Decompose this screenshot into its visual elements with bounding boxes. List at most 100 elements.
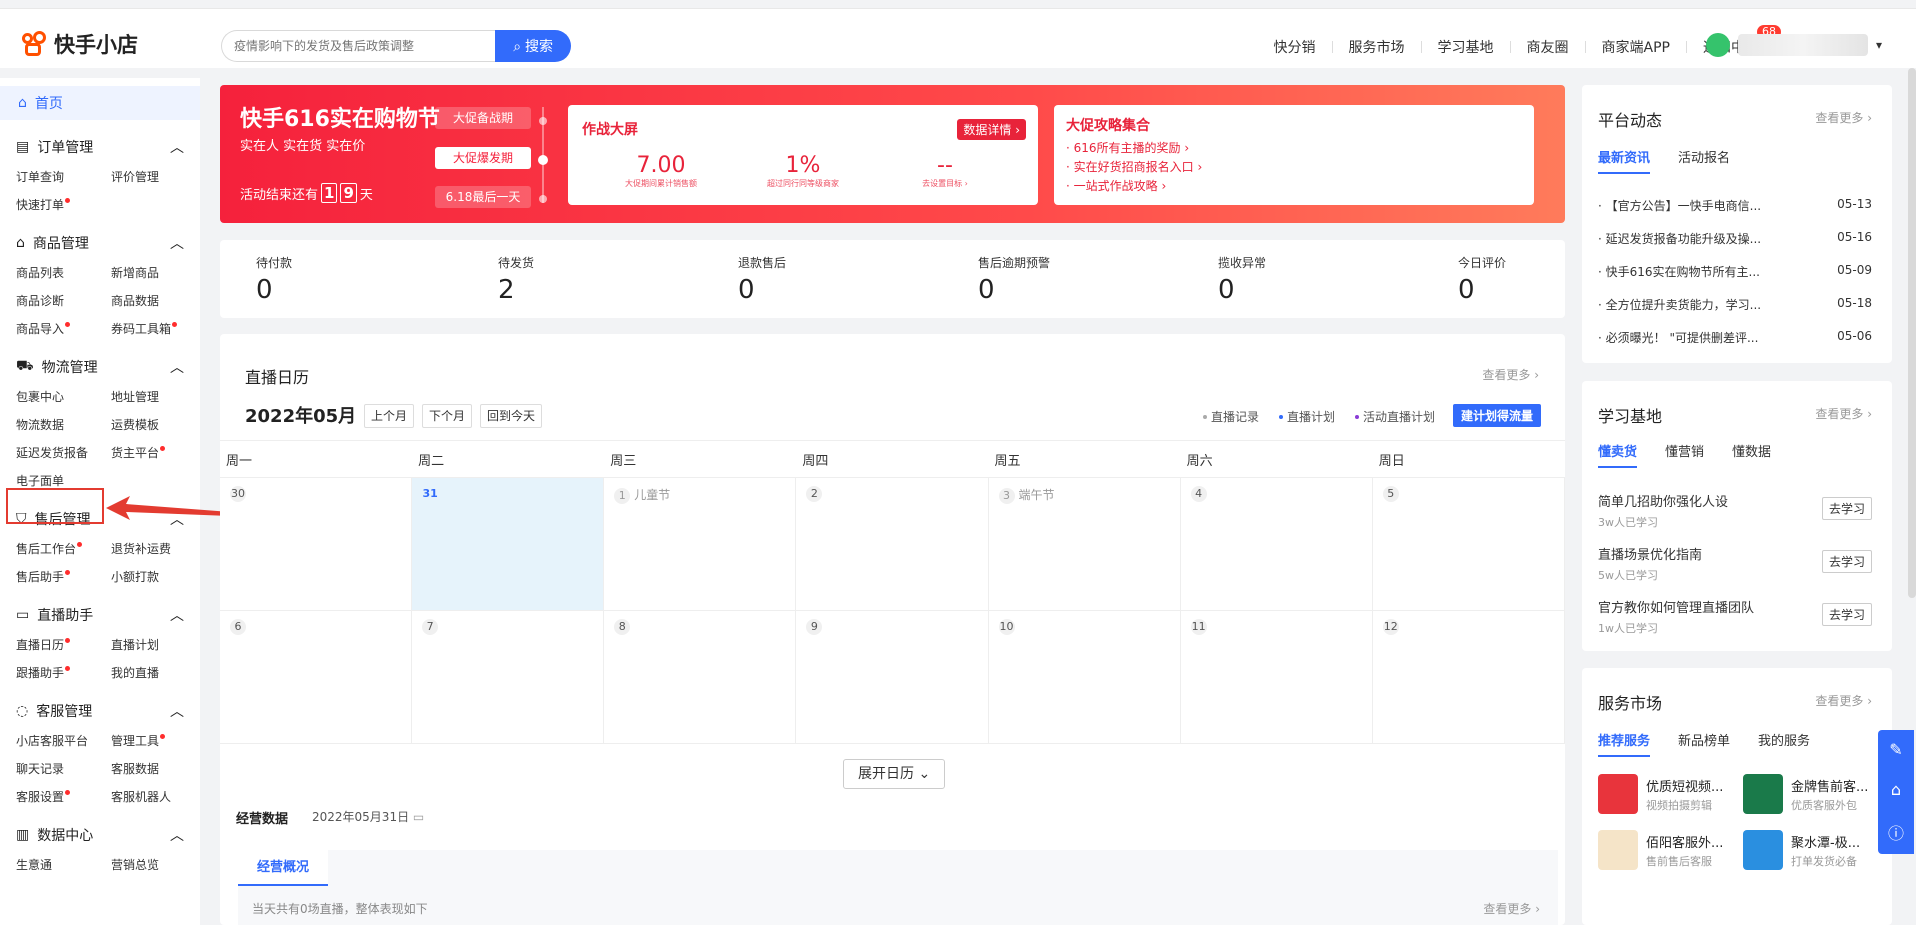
calendar-day[interactable]: 4 — [1181, 478, 1373, 610]
sidebar-item-mgmt-tools[interactable]: 管理工具 — [111, 730, 200, 752]
nav-service-market[interactable]: 服务市场 — [1333, 37, 1421, 57]
tab-recommended[interactable]: 推荐服务 — [1598, 730, 1651, 757]
expand-calendar-button[interactable]: 展开日历 ⌄ — [843, 759, 946, 789]
sidebar-item-address-mgmt[interactable]: 地址管理 — [111, 386, 200, 408]
graduation-cap-icon[interactable]: ⌂ — [1891, 780, 1901, 799]
edit-icon[interactable]: ✎ — [1889, 740, 1902, 759]
sidebar-home[interactable]: ⌂ 首页 — [0, 86, 200, 120]
calendar-day[interactable]: 10 — [989, 611, 1181, 743]
nav-fenxiao[interactable]: 快分销 — [1258, 37, 1332, 57]
strategy-link[interactable]: · 616所有主播的奖励 › — [1066, 139, 1522, 158]
order-stat-overdue[interactable]: 售后逾期预警 0 — [978, 254, 1050, 305]
order-stat-unpaid[interactable]: 待付款 0 — [256, 254, 292, 305]
sidebar-item-live-plan[interactable]: 直播计划 — [111, 634, 200, 656]
user-menu[interactable]: ▾ — [1705, 33, 1882, 57]
group-header-live[interactable]: ▭ 直播助手 ︿ — [16, 602, 184, 628]
calendar-more-link[interactable]: 查看更多 › — [1482, 366, 1539, 383]
calendar-day[interactable]: 6 — [220, 611, 413, 743]
market-more-link[interactable]: 查看更多 › — [1815, 692, 1872, 709]
today-button[interactable]: 回到今天 — [480, 404, 543, 428]
stat-target[interactable]: -- 去设置目标 › — [870, 153, 1020, 189]
news-item[interactable]: · 延迟发货报备功能升级及操... 05-16 — [1598, 230, 1872, 263]
sidebar-item-cs-robot[interactable]: 客服机器人 — [111, 786, 200, 808]
go-learn-button[interactable]: 去学习 — [1821, 603, 1872, 626]
sidebar-item-cs-data[interactable]: 客服数据 — [111, 758, 200, 780]
calendar-day[interactable]: 7 — [412, 611, 605, 743]
group-header-products[interactable]: ⌂ 商品管理 ︿ — [16, 230, 184, 256]
sidebar-item-live-assistant[interactable]: 跟播助手 — [16, 662, 111, 684]
go-learn-button[interactable]: 去学习 — [1821, 497, 1872, 520]
page-scrollbar[interactable] — [1908, 68, 1916, 598]
sidebar-item-product-list[interactable]: 商品列表 — [16, 262, 111, 284]
phase-burst[interactable]: 大促爆发期 — [435, 147, 531, 169]
sidebar-item-aftersale-assistant[interactable]: 售后助手 — [16, 566, 111, 588]
calendar-day[interactable]: 2 — [796, 478, 989, 610]
tab-business-overview[interactable]: 经营概况 — [238, 850, 328, 886]
calendar-day-today[interactable]: 31 — [412, 478, 605, 610]
phase-prep[interactable]: 大促备战期 — [435, 107, 531, 129]
news-item[interactable]: · 快手616实在购物节所有主... 05-09 — [1598, 263, 1872, 296]
tab-new-products[interactable]: 新品榜单 — [1678, 730, 1730, 757]
group-header-cs[interactable]: ◌ 客服管理 ︿ — [16, 698, 184, 724]
sidebar-item-chat-history[interactable]: 聊天记录 — [16, 758, 111, 780]
business-data-date[interactable]: 2022年05月31日 ▭ — [312, 808, 424, 825]
group-header-orders[interactable]: ▤ 订单管理 ︿ — [16, 134, 184, 160]
news-item[interactable]: · 【官方公告】一快手电商信... 05-13 — [1598, 197, 1872, 230]
order-stat-to-ship[interactable]: 待发货 2 — [498, 254, 534, 305]
sidebar-item-aftersale-desk[interactable]: 售后工作台 — [16, 538, 111, 560]
sidebar-item-my-live[interactable]: 我的直播 — [111, 662, 200, 684]
calendar-day[interactable]: 3 端午节 — [989, 478, 1181, 610]
group-header-logistics[interactable]: ⛟ 物流管理 ︿ — [16, 354, 184, 380]
sidebar-item-review-mgmt[interactable]: 评价管理 — [111, 166, 200, 188]
calendar-day[interactable]: 9 — [796, 611, 989, 743]
nav-learning[interactable]: 学习基地 — [1422, 37, 1510, 57]
data-detail-button[interactable]: 数据详情 › — [957, 119, 1026, 140]
tab-sell[interactable]: 懂卖货 — [1598, 441, 1638, 468]
sidebar-item-small-payment[interactable]: 小额打款 — [111, 566, 200, 588]
sidebar-item-product-data[interactable]: 商品数据 — [111, 290, 200, 312]
sidebar-item-marketing-overview[interactable]: 营销总览 — [111, 854, 200, 876]
calendar-day[interactable]: 5 — [1373, 478, 1565, 610]
sidebar-item-order-query[interactable]: 订单查询 — [16, 166, 111, 188]
calendar-day[interactable]: 12 — [1373, 611, 1565, 743]
search-input[interactable] — [221, 30, 496, 62]
calendar-day[interactable]: 11 — [1181, 611, 1373, 743]
calendar-day[interactable]: 8 — [604, 611, 797, 743]
create-plan-button[interactable]: 建计划得流量 — [1452, 404, 1541, 427]
strategy-link[interactable]: · 实在好货招商报名入口 › — [1066, 158, 1522, 177]
service-item[interactable]: 聚水潭-极... 打单发货必备 — [1743, 830, 1888, 870]
sidebar-item-delay-report[interactable]: 延迟发货报备 — [16, 442, 111, 464]
service-item[interactable]: 优质短视频... 视频拍摄剪辑 — [1598, 774, 1743, 814]
order-stat-refund[interactable]: 退款售后 0 — [738, 254, 786, 305]
sidebar-item-shipping-template[interactable]: 运费模板 — [111, 414, 200, 436]
tab-latest-news[interactable]: 最新资讯 — [1598, 147, 1651, 174]
nav-merchant-circle[interactable]: 商友圈 — [1511, 37, 1585, 57]
search-button[interactable]: ⌕ 搜索 — [495, 30, 571, 62]
news-item[interactable]: · 全方位提升卖货能力，学习... 05-18 — [1598, 296, 1872, 329]
tab-activity-signup[interactable]: 活动报名 — [1678, 147, 1730, 174]
sidebar-item-cs-platform[interactable]: 小店客服平台 — [16, 730, 111, 752]
sidebar-item-new-product[interactable]: 新增商品 — [111, 262, 200, 284]
strategy-link[interactable]: · 一站式作战攻略 › — [1066, 177, 1522, 196]
platform-more-link[interactable]: 查看更多 › — [1815, 109, 1872, 126]
sidebar-item-shengyitong[interactable]: 生意通 — [16, 854, 111, 876]
sidebar-item-quick-print[interactable]: 快速打单 — [16, 194, 111, 216]
group-header-data[interactable]: ▥ 数据中心 ︿ — [16, 822, 184, 848]
sidebar-item-cs-settings[interactable]: 客服设置 — [16, 786, 111, 808]
app-logo[interactable]: 快手小店 — [20, 29, 138, 59]
phase-final[interactable]: 6.18最后一天 — [435, 186, 531, 208]
business-more-link[interactable]: 查看更多 › — [1483, 900, 1540, 917]
sidebar-item-owner-platform[interactable]: 货主平台 — [111, 442, 200, 464]
order-stat-pickup-error[interactable]: 揽收异常 0 — [1218, 254, 1266, 305]
sidebar-item-logistics-data[interactable]: 物流数据 — [16, 414, 111, 436]
tab-my-services[interactable]: 我的服务 — [1758, 730, 1810, 757]
calendar-day[interactable]: 30 — [220, 478, 413, 610]
prev-month-button[interactable]: 上个月 — [364, 404, 415, 428]
learning-more-link[interactable]: 查看更多 › — [1815, 405, 1872, 422]
service-item[interactable]: 金牌售前客... 优质客服外包 — [1743, 774, 1888, 814]
tab-marketing[interactable]: 懂营销 — [1665, 441, 1704, 468]
next-month-button[interactable]: 下个月 — [422, 404, 473, 428]
tab-data[interactable]: 懂数据 — [1732, 441, 1771, 468]
info-icon[interactable]: ⓘ — [1888, 820, 1904, 844]
sidebar-item-coupon-tools[interactable]: 券码工具箱 — [111, 318, 200, 340]
